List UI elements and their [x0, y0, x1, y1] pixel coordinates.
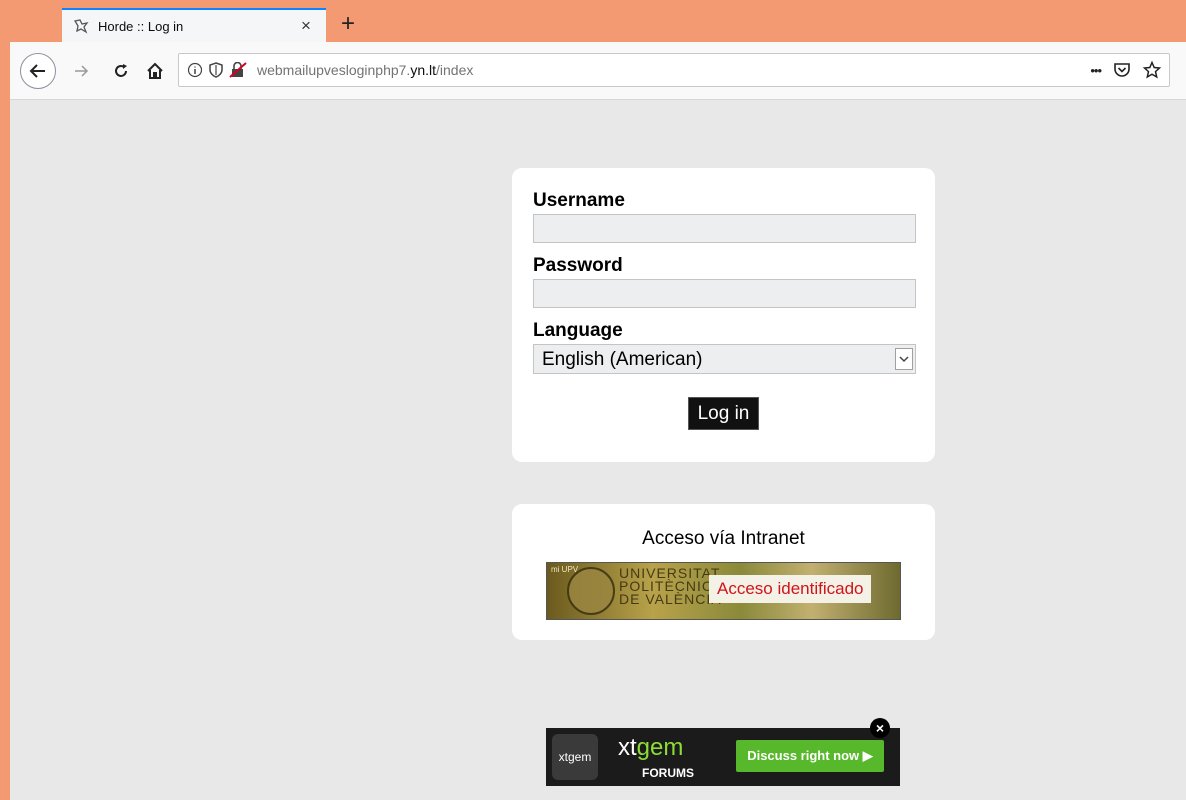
tab-title: Horde :: Log in: [98, 18, 184, 34]
ad-brand-highlight: gem: [636, 734, 684, 761]
tab-horde-login[interactable]: Horde :: Log in ×: [62, 8, 326, 42]
language-label: Language: [533, 320, 623, 341]
ad-brand: xtgem: [618, 734, 683, 762]
username-input[interactable]: [533, 214, 916, 243]
pocket-icon[interactable]: [1113, 61, 1131, 79]
horde-favicon-icon: [72, 17, 90, 35]
back-icon: [29, 64, 45, 78]
url-bar[interactable]: webmailupvesloginphp7.yn.lt/index •••: [178, 53, 1170, 87]
page-content: Username Password Language English (Amer…: [10, 100, 1186, 800]
forward-button[interactable]: [64, 54, 98, 88]
forward-icon: [75, 65, 89, 77]
star-icon[interactable]: [1143, 61, 1161, 79]
language-select[interactable]: English (American): [533, 344, 916, 374]
url-prefix: webmailupvesloginphp7.: [257, 62, 411, 78]
username-label: Username: [533, 190, 625, 211]
url-text[interactable]: webmailupvesloginphp7.yn.lt/index: [257, 62, 1090, 78]
ad-forums-label: FORUMS: [642, 766, 694, 780]
password-label: Password: [533, 255, 623, 276]
intranet-login-banner[interactable]: mi UPV UNIVERSITAT POLITÈCNICA DE VALÈNC…: [546, 562, 901, 620]
xtgem-ad-banner[interactable]: xtgem xtgem FORUMS Discuss right now ▶ ×: [546, 718, 900, 786]
intranet-title: Acceso vía Intranet: [642, 528, 805, 549]
discuss-now-button[interactable]: Discuss right now ▶: [736, 740, 884, 772]
url-domain: yn.lt: [410, 62, 437, 78]
back-button[interactable]: [20, 53, 56, 89]
tab-strip: Horde :: Log in × +: [0, 0, 1186, 42]
university-seal-icon: [567, 567, 615, 615]
shield-icon[interactable]: [209, 62, 223, 78]
url-path: /index: [436, 62, 474, 78]
acceso-identificado-label: Acceso identificado: [709, 575, 872, 603]
home-icon: [147, 62, 163, 79]
info-icon[interactable]: [187, 62, 203, 78]
login-form: Username Password Language English (Amer…: [512, 168, 935, 462]
insecure-lock-icon[interactable]: [229, 62, 247, 78]
page-actions-button[interactable]: •••: [1090, 63, 1102, 78]
home-button[interactable]: [138, 54, 172, 88]
navigation-bar: webmailupvesloginphp7.yn.lt/index •••: [10, 42, 1186, 100]
chevron-down-icon[interactable]: [895, 348, 913, 370]
university-name: UNIVERSITAT POLITÈCNICA DE VALÈNCIA: [619, 565, 724, 607]
xtgem-logo-icon: xtgem: [552, 734, 598, 780]
reload-icon: [115, 64, 127, 77]
tab-close-icon[interactable]: ×: [296, 16, 316, 36]
ad-close-icon[interactable]: ×: [870, 718, 890, 738]
password-input[interactable]: [533, 279, 916, 308]
reload-button[interactable]: [104, 54, 138, 88]
login-button[interactable]: Log in: [688, 397, 759, 430]
ad-brand-prefix: xt: [618, 734, 637, 761]
intranet-access-box: Acceso vía Intranet mi UPV UNIVERSITAT P…: [512, 504, 935, 640]
language-selected-value: English (American): [542, 349, 703, 370]
new-tab-button[interactable]: +: [334, 11, 362, 39]
